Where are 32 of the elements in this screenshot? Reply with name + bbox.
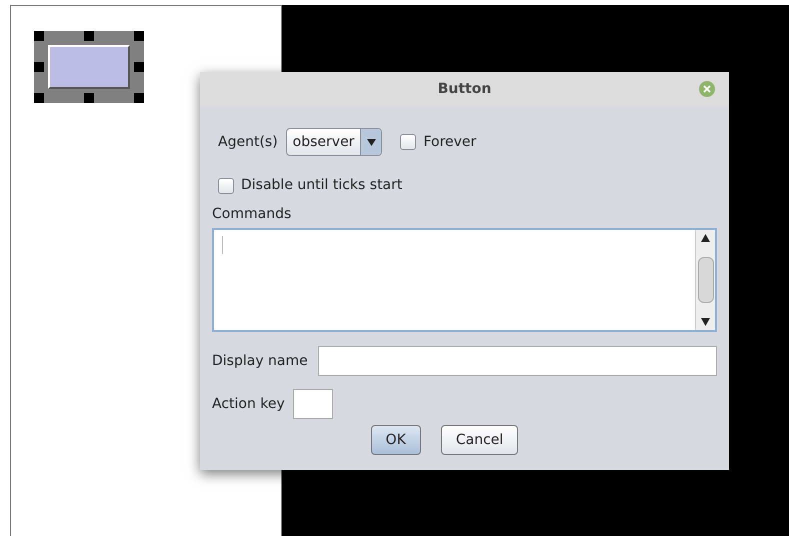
close-icon <box>703 85 711 93</box>
resize-handle[interactable] <box>84 31 94 41</box>
dialog-button[interactable]: OK <box>370 425 421 455</box>
close-button[interactable] <box>699 81 715 97</box>
resize-handle[interactable] <box>134 62 144 72</box>
resize-handle[interactable] <box>84 93 94 103</box>
scrollbar[interactable] <box>695 230 715 330</box>
agents-label: Agent(s) <box>218 132 278 152</box>
resize-handle[interactable] <box>34 62 44 72</box>
dropdown-value: observer <box>292 132 356 152</box>
display-name-label: Display name <box>212 352 308 370</box>
resize-handle[interactable] <box>134 31 144 41</box>
scroll-thumb[interactable] <box>698 257 714 303</box>
text-cursor <box>222 236 223 254</box>
dialog-button[interactable]: Cancel <box>440 425 518 455</box>
scroll-up-icon[interactable] <box>701 234 710 242</box>
checkbox[interactable] <box>400 134 416 150</box>
agents-dropdown[interactable]: observer <box>286 128 382 156</box>
resize-handle[interactable] <box>34 93 44 103</box>
action-key-field[interactable] <box>292 389 333 419</box>
commands-label: Commands <box>212 205 292 224</box>
commands-field[interactable] <box>212 228 717 332</box>
resize-handle[interactable] <box>34 31 44 41</box>
checkbox-label: Disable until ticks start <box>241 176 402 195</box>
window-title: Button <box>438 80 492 99</box>
checkbox-label: Forever <box>423 132 476 152</box>
action-key-label: Action key <box>212 394 285 414</box>
display-name-field[interactable] <box>318 346 717 376</box>
button-widget[interactable] <box>34 31 144 103</box>
resize-handle[interactable] <box>134 93 144 103</box>
scroll-down-icon[interactable] <box>701 318 710 326</box>
checkbox[interactable] <box>218 178 234 194</box>
